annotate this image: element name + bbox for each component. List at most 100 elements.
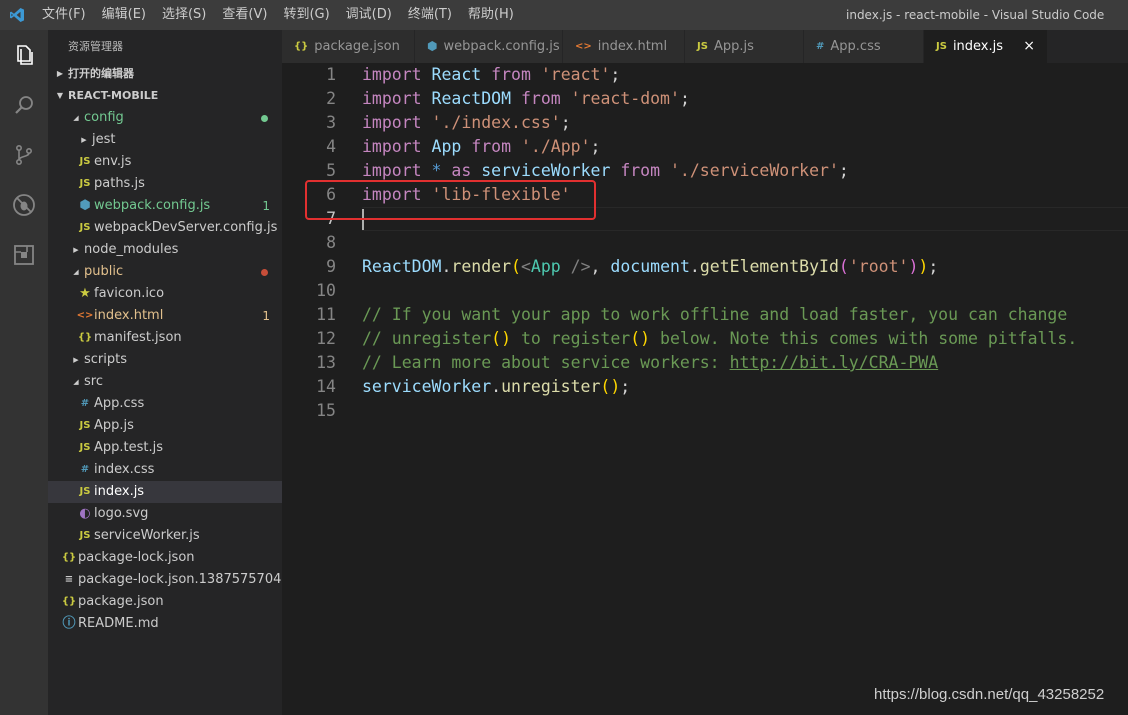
- menu-item[interactable]: 帮助(H): [460, 0, 522, 30]
- debug-icon[interactable]: [0, 180, 48, 230]
- status-dot: [261, 115, 268, 122]
- tree-folder[interactable]: ◢ config: [48, 107, 282, 129]
- webpack-icon: ⬢: [79, 198, 91, 213]
- problem-count-badge: 1: [262, 199, 270, 213]
- info-icon: ⓘ: [62, 616, 76, 631]
- code-text: ReactDOM.render(<App />, document.getEle…: [362, 255, 938, 279]
- tree-file[interactable]: ⬢ webpack.config.js 1: [48, 195, 282, 217]
- tree-file[interactable]: JS App.test.js: [48, 437, 282, 459]
- editor-tab[interactable]: ⬢ webpack.config.js: [415, 30, 563, 63]
- svg-file-icon: ◐: [79, 506, 91, 521]
- javascript-file-icon: JS: [79, 178, 91, 189]
- tree-folder[interactable]: ▶ node_modules: [48, 239, 282, 261]
- tree-file[interactable]: {} manifest.json: [48, 327, 282, 349]
- code-token: 'react-dom': [570, 89, 680, 108]
- code-token: ;: [620, 377, 631, 396]
- code-token: to register: [511, 329, 631, 348]
- tree-item-label: serviceWorker.js: [94, 528, 200, 543]
- close-tab-icon[interactable]: ×: [1023, 30, 1035, 63]
- menu-item[interactable]: 文件(F): [34, 0, 94, 30]
- menu-item[interactable]: 查看(V): [214, 0, 275, 30]
- css-file-icon: #: [80, 398, 90, 409]
- code-token: './serviceWorker': [670, 161, 839, 180]
- tree-item-label: package.json: [78, 594, 164, 609]
- editor-tab[interactable]: # App.css: [804, 30, 924, 63]
- line-number: 15: [316, 401, 336, 420]
- explorer-icon[interactable]: [0, 30, 48, 80]
- code-token: React: [431, 65, 482, 84]
- tree-file[interactable]: ◐ logo.svg: [48, 503, 282, 525]
- tree-item-label: paths.js: [94, 176, 145, 191]
- tree-item-label: config: [84, 110, 124, 125]
- line-number: 13: [316, 353, 336, 372]
- code-token: serviceWorker: [481, 161, 611, 180]
- code-token: App: [431, 137, 462, 156]
- tree-folder[interactable]: ◢ public: [48, 261, 282, 283]
- javascript-file-icon: JS: [79, 486, 91, 497]
- menu-item[interactable]: 终端(T): [400, 0, 460, 30]
- tree-file[interactable]: {} package-lock.json: [48, 547, 282, 569]
- code-editor[interactable]: 1 import React from 'react'; 2 import React…: [282, 63, 1128, 715]
- window-title: index.js - react-mobile - Visual Studio …: [846, 8, 1105, 22]
- tab-label: App.css: [830, 39, 881, 54]
- menu-item[interactable]: 转到(G): [275, 0, 337, 30]
- tree-item-label: index.js: [94, 484, 145, 499]
- code-line: 10: [282, 279, 1128, 303]
- tree-file[interactable]: # App.css: [48, 393, 282, 415]
- tree-item-label: manifest.json: [94, 330, 182, 345]
- editor-tab[interactable]: {} package.json: [282, 30, 415, 63]
- tree-file[interactable]: JS paths.js: [48, 173, 282, 195]
- code-token: import: [362, 137, 422, 156]
- code-token: document: [610, 257, 690, 276]
- status-dot: [261, 269, 268, 276]
- tree-item-label: App.css: [94, 396, 145, 411]
- editor-tabs: {} package.json ⬢ webpack.config.js <> index.…: [282, 30, 1128, 63]
- code-token: below. Note this comes with some pitfall…: [650, 329, 1078, 348]
- code-token: // If you want your app to work offline …: [362, 305, 1068, 324]
- annotation-highlight-box: [305, 180, 596, 220]
- extensions-icon[interactable]: [0, 230, 48, 280]
- open-editors-section[interactable]: ▶ 打开的编辑器: [48, 63, 282, 85]
- tree-file[interactable]: JS env.js: [48, 151, 282, 173]
- tree-folder[interactable]: ◢ src: [48, 371, 282, 393]
- menu-item[interactable]: 选择(S): [154, 0, 214, 30]
- line-number: 10: [316, 281, 336, 300]
- editor-tab[interactable]: <> index.html: [563, 30, 685, 63]
- vscode-logo-icon: [0, 0, 34, 30]
- code-line: 4 import App from './App';: [282, 135, 1128, 159]
- tree-item-label: src: [84, 374, 103, 389]
- webpack-icon: ⬢: [427, 39, 438, 53]
- code-text: import './index.css';: [362, 111, 571, 135]
- tree-file[interactable]: ≡ package-lock.json.1387575704: [48, 569, 282, 591]
- menu-item[interactable]: 编辑(E): [94, 0, 154, 30]
- search-icon[interactable]: [0, 80, 48, 130]
- code-token: ;: [838, 161, 849, 180]
- source-control-icon[interactable]: [0, 130, 48, 180]
- tree-item-label: package-lock.json.1387575704: [78, 572, 282, 587]
- code-token: import: [362, 113, 422, 132]
- menu-item[interactable]: 调试(D): [338, 0, 400, 30]
- project-section[interactable]: ▼ REACT-MOBILE: [48, 85, 282, 107]
- tree-folder[interactable]: ▶ jest: [48, 129, 282, 151]
- tree-file[interactable]: ⓘ README.md: [48, 613, 282, 635]
- tree-file[interactable]: <> index.html 1: [48, 305, 282, 327]
- tree-file[interactable]: JS index.js: [48, 481, 282, 503]
- json-file-icon: {}: [294, 41, 309, 52]
- editor-tab[interactable]: JS index.js ×: [924, 30, 1048, 63]
- tree-folder[interactable]: ▶ scripts: [48, 349, 282, 371]
- tree-file[interactable]: # index.css: [48, 459, 282, 481]
- editor-tab[interactable]: JS App.js: [685, 30, 804, 63]
- tree-item-label: scripts: [84, 352, 127, 367]
- tree-file[interactable]: JS App.js: [48, 415, 282, 437]
- html-file-icon: <>: [575, 41, 592, 52]
- open-editors-label: 打开的编辑器: [68, 67, 134, 80]
- activity-bar: [0, 30, 48, 715]
- tree-file[interactable]: ★ favicon.ico: [48, 283, 282, 305]
- tree-file[interactable]: {} package.json: [48, 591, 282, 613]
- tree-file[interactable]: JS serviceWorker.js: [48, 525, 282, 547]
- tree-file[interactable]: JS webpackDevServer.config.js: [48, 217, 282, 239]
